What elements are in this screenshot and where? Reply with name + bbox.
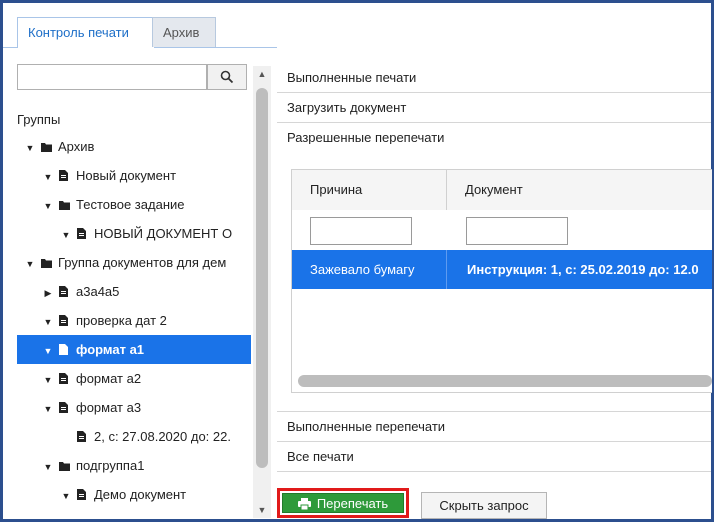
hide-request-button[interactable]: Скрыть запрос — [421, 492, 547, 519]
reprint-button-face[interactable]: Перепечать — [282, 493, 404, 513]
document-icon — [77, 431, 88, 442]
reprint-button[interactable]: Перепечать — [277, 488, 409, 518]
cell-reason: Зажевало бумагу — [292, 250, 447, 289]
search-input[interactable] — [17, 64, 207, 90]
scroll-down-arrow-icon[interactable]: ▼ — [253, 502, 271, 518]
groups-panel: Группы ▼ Архив ▼ Новый документ ▼ Тестовое за… — [3, 48, 271, 519]
expand-arrow-icon[interactable]: ▼ — [61, 221, 71, 248]
filter-row — [292, 210, 712, 250]
section-completed-reprints[interactable]: Выполненные перепечати — [277, 412, 711, 442]
document-icon — [77, 489, 88, 500]
table-row[interactable]: Зажевало бумагу Инструкция: 1, с: 25.02.… — [292, 250, 712, 289]
expand-arrow-icon[interactable]: ▼ — [43, 163, 53, 190]
tree-node[interactable]: ▼ Тестовое задание — [17, 190, 251, 219]
expand-arrow-icon[interactable]: ▼ — [43, 366, 53, 393]
tree-node[interactable]: ▼ Демо документ — [17, 480, 251, 509]
group-tree: ▼ Архив ▼ Новый документ ▼ Тестовое задание ▼ Н… — [3, 132, 251, 512]
document-icon — [59, 344, 70, 355]
expand-arrow-icon[interactable]: ▼ — [61, 482, 71, 509]
tree-node[interactable]: ▼ формат а1 — [17, 335, 251, 364]
document-icon — [59, 402, 70, 413]
document-icon — [59, 315, 70, 326]
groups-label: Группы — [17, 112, 61, 127]
tree-node[interactable]: 2, с: 27.08.2020 до: 22. — [17, 422, 251, 451]
expand-arrow-icon[interactable]: ▼ — [43, 453, 53, 480]
document-icon — [59, 286, 70, 297]
tree-node[interactable]: ▶ а3а4а5 — [17, 277, 251, 306]
tab-print-control[interactable]: Контроль печати — [17, 17, 155, 48]
column-header-document[interactable]: Документ — [447, 170, 712, 210]
document-icon — [59, 170, 70, 181]
sections-panel: Выполненные печати Загрузить документ Ра… — [277, 18, 712, 519]
scrollbar-thumb[interactable] — [256, 88, 268, 468]
tree-node[interactable]: ▼ формат а2 — [17, 364, 251, 393]
tree-node-label: Группа документов для дем — [58, 255, 227, 270]
tree-node-label: проверка дат 2 — [76, 313, 167, 328]
tree-node[interactable]: ▼ НОВЫЙ ДОКУМЕНТ О — [17, 219, 251, 248]
tab-archive[interactable]: Архив — [152, 17, 216, 47]
tree-node-label: Тестовое задание — [76, 197, 185, 212]
document-icon — [59, 373, 70, 384]
tree-scrollbar[interactable]: ▲ ▼ — [253, 66, 271, 518]
allowed-reprints-body: Причина Документ Зажевало бумагу Инструк… — [277, 144, 712, 412]
cell-document: Инструкция: 1, с: 25.02.2019 до: 12.0 — [467, 262, 699, 277]
folder-icon — [59, 200, 70, 210]
tree-node-label: Архив — [58, 139, 95, 154]
column-header-reason[interactable]: Причина — [292, 170, 447, 210]
expand-arrow-icon[interactable]: ▼ — [25, 250, 35, 277]
tree-node[interactable]: ▼ Группа документов для дем — [17, 248, 251, 277]
tree-node[interactable]: ▼ проверка дат 2 — [17, 306, 251, 335]
tree-node-label: формат а2 — [76, 371, 142, 386]
tree-node[interactable]: ▼ Новый документ — [17, 161, 251, 190]
tree-node[interactable]: ▼ подгруппа1 — [17, 451, 251, 480]
tree-node-label: формат а3 — [76, 400, 142, 415]
app-window: Контроль печати Архив Группы ▼ Архив ▼ Новы… — [0, 0, 714, 522]
tree-node-label: Демо документ — [94, 487, 187, 502]
folder-icon — [41, 258, 52, 268]
section-completed-prints[interactable]: Выполненные печати — [277, 63, 711, 93]
reprints-grid: Причина Документ Зажевало бумагу Инструк… — [291, 169, 712, 393]
tree-node[interactable]: ▼ Архив — [17, 132, 251, 161]
folder-icon — [41, 142, 52, 152]
expand-arrow-icon[interactable]: ▼ — [25, 134, 35, 161]
tree-node-label: Новый документ — [76, 168, 177, 183]
grid-header: Причина Документ — [292, 170, 712, 211]
section-upload-document[interactable]: Загрузить документ — [277, 93, 711, 123]
reason-filter-input[interactable] — [310, 217, 412, 245]
reprint-button-label: Перепечать — [316, 496, 389, 511]
tree-node-label: формат а1 — [76, 342, 145, 357]
section-all-prints[interactable]: Все печати — [277, 442, 711, 472]
grid-horizontal-scrollbar[interactable] — [298, 375, 712, 387]
printer-icon — [297, 498, 311, 510]
tree-node-label: а3а4а5 — [76, 284, 120, 299]
action-footer: Перепечать Скрыть запрос — [277, 479, 711, 519]
tree-node[interactable]: ▼ формат а3 — [17, 393, 251, 422]
document-icon — [77, 228, 88, 239]
tree-node-label: подгруппа1 — [76, 458, 145, 473]
expand-arrow-icon[interactable]: ▼ — [43, 337, 53, 364]
scroll-up-arrow-icon[interactable]: ▲ — [253, 66, 271, 82]
document-filter-input[interactable] — [466, 217, 568, 245]
search-button[interactable] — [207, 64, 247, 90]
expand-arrow-icon[interactable]: ▼ — [43, 308, 53, 335]
search-icon — [220, 70, 234, 84]
tree-node-label: 2, с: 27.08.2020 до: 22. — [94, 429, 231, 444]
expand-arrow-icon[interactable]: ▼ — [43, 395, 53, 422]
folder-icon — [59, 461, 70, 471]
tree-node-label: НОВЫЙ ДОКУМЕНТ О — [94, 226, 233, 241]
expand-arrow-icon[interactable]: ▼ — [43, 192, 53, 219]
collapse-arrow-icon[interactable]: ▶ — [43, 279, 53, 306]
